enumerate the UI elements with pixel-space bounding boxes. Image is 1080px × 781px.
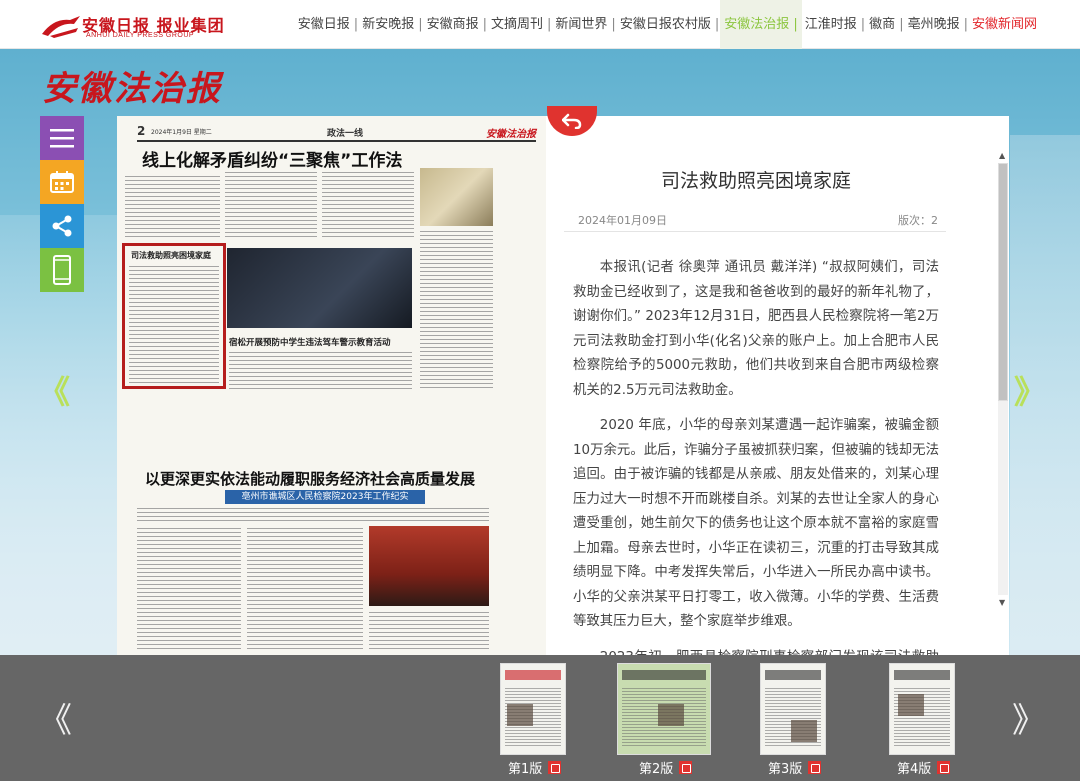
article-edition: 版次：2	[898, 214, 938, 227]
highlighted-article-title: 司法救助照亮困境家庭	[131, 251, 211, 260]
nav-item-digest-weekly[interactable]: 文摘周刊	[488, 0, 546, 49]
article-meta: 2024年01月09日 版次：2	[564, 212, 946, 232]
headline-top[interactable]: 线上化解矛盾纠纷“三聚焦”工作法	[142, 146, 402, 171]
thumbnail-page-1[interactable]	[500, 663, 566, 755]
page-brand: 安徽法治报	[486, 129, 536, 140]
pdf-icon[interactable]	[937, 761, 951, 774]
thumb-photo	[658, 704, 684, 726]
side-toolbar	[40, 116, 84, 292]
thumbnail-label-text: 第4版	[897, 762, 932, 777]
scroll-thumb[interactable]	[998, 163, 1008, 401]
thumbnail-page-3[interactable]	[760, 663, 826, 755]
page-date: 2024年1月9日 星期二	[151, 129, 212, 136]
article-paragraph: 2023年初，肥西县检察院刑事检察部门发现该司法救助线索	[573, 646, 939, 656]
pdf-icon[interactable]	[548, 761, 562, 774]
text-column	[137, 528, 241, 650]
nav-item-anhui-business[interactable]: 安徽商报	[424, 0, 482, 49]
text-column	[247, 528, 363, 650]
strip-next-arrow[interactable]: 》	[1012, 693, 1046, 742]
nav-item-legal-daily-label: 安徽法治报	[724, 17, 790, 32]
thumbnail-page-2[interactable]	[617, 663, 711, 755]
next-page-arrow[interactable]: 》	[1014, 367, 1046, 413]
thumbnail-label-3[interactable]: 第3版	[768, 758, 822, 777]
text-column	[229, 352, 412, 390]
share-button[interactable]	[40, 204, 84, 248]
strip-prev-arrow[interactable]: 《	[38, 693, 72, 742]
news-photo-night	[227, 248, 412, 328]
reader-stage: 安徽法治报 《 》 2 2024年1月9日 星期二 政法一线 安徽法治报 线上化…	[0, 49, 1080, 655]
site-nav: 安徽日报 | 新安晚报 | 安徽商报 | 文摘周刊 | 新闻世界 | 安徽日报农村版 | 安…	[295, 0, 1040, 49]
nav-separator: |	[793, 17, 798, 32]
news-photo	[420, 168, 493, 226]
nav-item-anhui-news-net[interactable]: 安徽新闻网	[969, 0, 1040, 49]
text-column	[322, 172, 414, 240]
prev-page-arrow[interactable]: 《	[38, 367, 70, 413]
menu-button[interactable]	[40, 116, 84, 160]
page-number: 2	[137, 124, 146, 138]
article-scrollbar[interactable]: ▲ ▼	[997, 151, 1009, 607]
logo-text-en: ANHUI DAILY PRESS GROUP	[86, 32, 195, 39]
page-section: 政法一线	[327, 129, 364, 139]
text-column	[129, 266, 219, 384]
nav-item-jianghuai-times[interactable]: 江淮时报	[802, 0, 860, 49]
thumbnail-label-1[interactable]: 第1版	[508, 758, 562, 777]
calendar-button[interactable]	[40, 160, 84, 204]
nav-item-news-world[interactable]: 新闻世界	[552, 0, 610, 49]
thumbnail-label-2[interactable]: 第2版	[639, 758, 693, 777]
thumb-photo	[507, 704, 533, 726]
pdf-icon[interactable]	[679, 761, 693, 774]
thumb-photo	[791, 720, 817, 742]
menu-icon	[50, 129, 74, 148]
mobile-phone-icon	[53, 255, 71, 285]
calendar-icon	[50, 171, 74, 193]
nav-item-rural-edition[interactable]: 安徽日报农村版	[617, 0, 714, 49]
text-column	[225, 172, 317, 240]
page-thumbnail-strip: 《 》 第1版 第2版 第3版 第4版	[0, 655, 1080, 781]
thumbnail-page-4[interactable]	[889, 663, 955, 755]
nav-item-anhui-daily[interactable]: 安徽日报	[295, 0, 353, 49]
thumbnail-label-4[interactable]: 第4版	[897, 758, 951, 777]
pdf-icon[interactable]	[808, 761, 822, 774]
share-icon	[52, 215, 72, 237]
top-bar: 安徽日报 报业集团 ANHUI DAILY PRESS GROUP 安徽日报 | …	[0, 0, 1080, 49]
nav-item-huishang[interactable]: 徽商	[866, 0, 898, 49]
thumb-header	[622, 670, 706, 680]
nav-item-legal-daily[interactable]: 安徽法治报 |	[720, 0, 802, 49]
newspaper-page[interactable]: 2 2024年1月9日 星期二 政法一线 安徽法治报 线上化解矛盾纠纷“三聚焦”…	[117, 116, 546, 655]
article-body: 本报讯(记者 徐奥萍 通讯员 戴洋洋) “叔叔阿姨们，司法救助金已经收到了，这是…	[573, 256, 939, 655]
page-header: 2 2024年1月9日 星期二 政法一线 安徽法治报	[137, 124, 536, 142]
text-column	[420, 231, 493, 391]
scroll-up-icon[interactable]: ▲	[999, 151, 1005, 160]
sub-banner: 亳州市谯城区人民检察院2023年工作纪实	[225, 490, 425, 504]
article-paragraph: 本报讯(记者 徐奥萍 通讯员 戴洋洋) “叔叔阿姨们，司法救助金已经收到了，这是…	[573, 260, 939, 398]
article-panel: 司法救助照亮困境家庭 2024年01月09日 版次：2 本报讯(记者 徐奥萍 通…	[546, 116, 1009, 655]
news-photo-speaker	[369, 526, 489, 606]
masthead-title[interactable]: 安徽法治报	[42, 61, 222, 110]
nav-item-xinan-evening[interactable]: 新安晚报	[359, 0, 417, 49]
article-title: 司法救助照亮困境家庭	[660, 170, 851, 192]
thumb-photo	[898, 694, 924, 716]
thumb-header	[894, 670, 950, 680]
logo-mark-icon	[42, 16, 80, 38]
nav-item-bozhou-evening[interactable]: 亳州晚报	[905, 0, 963, 49]
thumb-header	[765, 670, 821, 680]
thumb-header	[505, 670, 561, 680]
mobile-button[interactable]	[40, 248, 84, 292]
text-column	[125, 176, 220, 238]
text-column	[137, 508, 489, 522]
scroll-down-icon[interactable]: ▼	[999, 598, 1005, 607]
highlighted-article-box[interactable]: 司法救助照亮困境家庭	[122, 243, 226, 389]
headline-lower[interactable]: 以更深更实依法能动履职服务经济社会高质量发展	[145, 468, 475, 489]
thumbnail-label-text: 第3版	[768, 762, 803, 777]
thumbnail-label-text: 第1版	[508, 762, 543, 777]
text-column	[369, 612, 489, 650]
group-logo[interactable]: 安徽日报 报业集团 ANHUI DAILY PRESS GROUP	[40, 12, 224, 42]
return-arrow-icon	[562, 113, 582, 129]
article-date: 2024年01月09日	[578, 214, 667, 227]
thumbnail-label-text: 第2版	[639, 762, 674, 777]
article-paragraph: 2020 年底，小华的母亲刘某遭遇一起诈骗案，被骗金额10万余元。此后，诈骗分子…	[573, 418, 939, 629]
photo-story-title[interactable]: 宿松开展预防中学生违法驾车警示教育活动	[229, 336, 391, 348]
